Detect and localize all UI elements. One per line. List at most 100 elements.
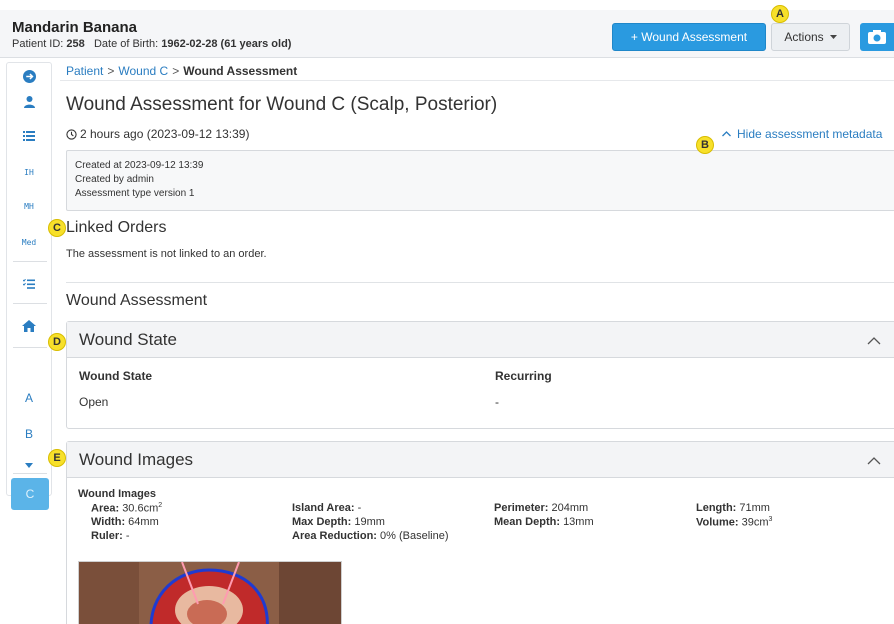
- patient-name: Mandarin Banana: [12, 19, 138, 36]
- arrow-circle-right-icon: [22, 69, 36, 83]
- metric-volume-value: 39cm: [741, 516, 769, 529]
- sidebar-item-med[interactable]: Med: [7, 233, 51, 251]
- sidebar-item-expand[interactable]: [7, 67, 51, 85]
- metric-ruler-label: Ruler:: [91, 530, 123, 542]
- assessment-timestamp: 2 hours ago (2023-09-12 13:39): [66, 127, 249, 141]
- wound-a-label: A: [24, 391, 33, 405]
- sidebar-item-wound-a[interactable]: A: [7, 389, 51, 407]
- metric-mean-depth: Mean Depth: 13mm: [494, 516, 594, 528]
- chevron-up-icon: [867, 337, 881, 345]
- sidebar-ih-label: IH: [24, 167, 34, 177]
- metric-maxdepth-value: 19mm: [354, 516, 385, 528]
- wound-state-label: Wound State: [79, 369, 153, 383]
- sidebar-nav: IH MH Med A B C: [6, 62, 52, 510]
- wound-images-panel-header[interactable]: Wound Images: [67, 442, 894, 478]
- wound-assessment-title: Wound Assessment: [66, 292, 208, 309]
- checklist-icon: [23, 279, 35, 289]
- patient-id-label: Patient ID:: [12, 38, 64, 50]
- metric-ruler-value: -: [125, 530, 130, 542]
- wound-b-label: B: [24, 427, 33, 441]
- callout-badge: E: [48, 449, 66, 467]
- sidebar-scroll-down[interactable]: [7, 459, 51, 471]
- metric-area-unit-exp: 2: [158, 502, 163, 509]
- breadcrumb-divider: [60, 80, 894, 81]
- sidebar-med-label: Med: [21, 237, 37, 247]
- page-title: Wound Assessment for Wound C (Scalp, Pos…: [66, 94, 498, 115]
- wound-state-value: Open: [79, 395, 109, 409]
- add-wound-assessment-button[interactable]: + Wound Assessment: [612, 23, 766, 51]
- metric-ruler: Ruler: -: [91, 530, 130, 542]
- chevron-up-icon: [722, 131, 731, 137]
- metric-length-label: Length:: [696, 502, 737, 514]
- sidebar-divider: [13, 473, 47, 474]
- breadcrumb-wound[interactable]: Wound C: [118, 64, 168, 78]
- metric-island-area: Island Area: -: [292, 502, 361, 514]
- chevron-up-icon: [867, 457, 881, 465]
- wound-state-panel-header[interactable]: Wound State: [67, 322, 894, 358]
- actions-button-label: Actions: [784, 30, 824, 44]
- sidebar-item-mh[interactable]: MH: [7, 197, 51, 215]
- assessment-metadata-box: Created at 2023-09-12 13:39 Created by a…: [66, 150, 894, 211]
- breadcrumb-current: Wound Assessment: [183, 64, 298, 78]
- metric-maxdepth-label: Max Depth:: [292, 516, 352, 528]
- callout-badge: A: [771, 5, 789, 23]
- sidebar-item-list[interactable]: [7, 127, 51, 145]
- wound-c-label: C: [25, 487, 35, 501]
- metric-reduction-value: 0% (Baseline): [380, 530, 449, 542]
- person-icon: [23, 96, 35, 108]
- metric-meandepth-label: Mean Depth:: [494, 516, 560, 528]
- recurring-label: Recurring: [495, 369, 552, 383]
- metric-width-label: Width:: [91, 516, 126, 528]
- caret-down-icon: [25, 462, 33, 468]
- wound-images-panel-title: Wound Images: [79, 449, 194, 469]
- sidebar-item-wound-c[interactable]: C: [11, 478, 49, 510]
- wound-images-subtitle: Wound Images: [78, 488, 157, 500]
- metric-island-label: Island Area:: [292, 502, 355, 514]
- metric-width: Width: 64mm: [91, 516, 159, 528]
- metric-length-value: 71mm: [739, 502, 770, 514]
- clock-icon: [66, 128, 77, 140]
- patient-meta: Patient ID: 258 Date of Birth: 1962-02-2…: [12, 38, 291, 50]
- app-root: Mandarin Banana Patient ID: 258 Date of …: [0, 0, 894, 624]
- wound-image-thumbnail[interactable]: [78, 561, 342, 624]
- caret-down-icon: [829, 35, 837, 39]
- metric-perimeter-label: Perimeter:: [494, 502, 549, 514]
- wound-photo: [79, 562, 341, 624]
- breadcrumb-patient[interactable]: Patient: [66, 64, 103, 78]
- metric-meandepth-value: 13mm: [563, 516, 594, 528]
- metric-max-depth: Max Depth: 19mm: [292, 516, 385, 528]
- hide-metadata-link[interactable]: Hide assessment metadata: [722, 127, 882, 141]
- linked-orders-title: Linked Orders: [66, 219, 167, 236]
- sidebar-item-ih[interactable]: IH: [7, 163, 51, 181]
- actions-dropdown-button[interactable]: Actions: [771, 23, 850, 51]
- hide-metadata-label: Hide assessment metadata: [737, 127, 883, 141]
- sidebar-item-patient[interactable]: [7, 93, 51, 111]
- sidebar-item-home[interactable]: [7, 317, 51, 335]
- camera-button[interactable]: [860, 23, 894, 51]
- patient-header: Mandarin Banana Patient ID: 258 Date of …: [0, 10, 894, 58]
- linked-orders-text: The assessment is not linked to an order…: [66, 248, 267, 260]
- wound-assessment-button-label: + Wound Assessment: [630, 30, 748, 44]
- metric-perimeter: Perimeter: 204mm: [494, 502, 588, 514]
- wound-state-panel: Wound State Wound State Open Recurring -: [66, 321, 894, 429]
- callout-badge: C: [48, 219, 66, 237]
- metric-volume-unit-exp: 3: [768, 516, 773, 523]
- list-icon: [23, 131, 35, 141]
- metric-island-value: -: [357, 502, 362, 514]
- dob-label: Date of Birth:: [93, 38, 159, 50]
- section-divider: [66, 282, 894, 283]
- metadata-created-by: Created by admin: [75, 174, 154, 185]
- sidebar-mh-label: MH: [24, 201, 34, 211]
- camera-icon: [868, 30, 886, 44]
- breadcrumb-separator: >: [107, 64, 115, 78]
- metric-width-value: 64mm: [128, 516, 159, 528]
- metric-volume: Volume: 39cm3: [696, 516, 772, 529]
- metric-area: Area: 30.6cm2: [91, 502, 162, 515]
- dob-value: 1962-02-28 (61 years old): [161, 38, 292, 50]
- breadcrumb: Patient > Wound C > Wound Assessment: [66, 64, 297, 78]
- sidebar-item-checklist[interactable]: [7, 275, 51, 293]
- metric-reduction-label: Area Reduction:: [292, 530, 377, 542]
- sidebar-item-wound-b[interactable]: B: [7, 425, 51, 443]
- callout-badge: D: [48, 333, 66, 351]
- metric-perimeter-value: 204mm: [551, 502, 589, 514]
